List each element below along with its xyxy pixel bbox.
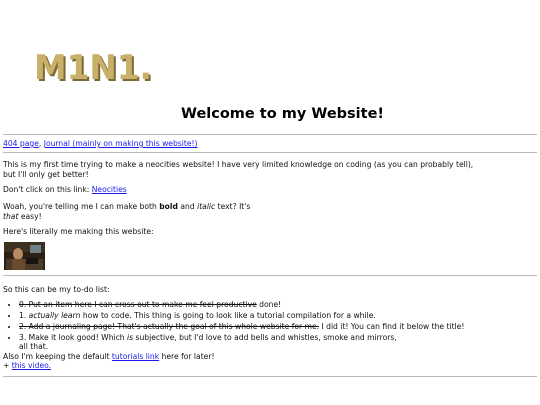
footer-text-b: here for later! (159, 352, 215, 361)
dont-click-text: Don't click on this link: (3, 185, 92, 194)
link-tutorials[interactable]: tutorials link (112, 352, 159, 361)
formatting-line-2: that easy! (3, 212, 42, 221)
todo-item-1-em: actually learn (28, 310, 81, 320)
footer-plus: + (3, 361, 12, 370)
dont-click-line: Don't click on this link: Neocities (3, 185, 127, 194)
formatting-text-a: Woah, you're telling me I can make both (3, 202, 160, 211)
todo-item-1: 1. actually learn how to code. This thin… (19, 311, 539, 320)
logo-text: M1N1. (34, 50, 152, 84)
nav-separator: , (38, 139, 42, 148)
todo-item-0: 0. Put an item here I can cross out to m… (19, 300, 539, 309)
italic-that: that (3, 212, 19, 221)
todo-item-2-struck: 2. Add a journaling page! That's actuall… (19, 321, 320, 331)
link-this-video[interactable]: this video. (12, 361, 51, 370)
todo-item-3-c: all that. (19, 342, 49, 352)
todo-item-1-rest: how to code. This thing is going to look… (80, 310, 376, 320)
formatting-line-1: Woah, you're telling me I can make both … (3, 202, 250, 211)
formatting-text-c: text? It's (215, 202, 251, 211)
todo-item-3-a: 3. Make it look good! Which (19, 332, 128, 342)
todo-item-3-b: subjective, but I'd love to add bells an… (133, 332, 397, 342)
divider (3, 134, 537, 135)
footer-line-2: + this video. (3, 361, 51, 370)
todo-item-0-struck: 0. Put an item here I can cross out to m… (19, 300, 257, 309)
todo-list: 0. Put an item here I can cross out to m… (3, 300, 539, 353)
todo-item-1-num: 1. (19, 310, 29, 320)
page-title: Welcome to my Website! (180, 106, 385, 122)
todo-item-2-rest: I did it! You can find it below the titl… (319, 321, 465, 331)
divider (3, 152, 537, 153)
formatting-text-b: and (177, 202, 198, 211)
nav-links: 404 page, Journal (mainly on making this… (3, 139, 198, 148)
link-404-page[interactable]: 404 page (3, 139, 39, 148)
intro-line-2: but I'll only get better! (3, 170, 89, 179)
footer-text-a: Also I'm keeping the default (3, 352, 112, 361)
formatting-text-d: easy! (18, 212, 42, 221)
bold-word: bold (159, 202, 178, 211)
todo-item-0-rest: done! (256, 300, 282, 309)
divider (3, 376, 537, 377)
divider (3, 275, 537, 276)
todo-item-2: 2. Add a journaling page! That's actuall… (19, 322, 539, 331)
italic-word: italic (197, 202, 216, 211)
link-journal[interactable]: Journal (mainly on making this website!) (44, 139, 198, 148)
intro-line-1: This is my first time trying to make a n… (3, 160, 474, 169)
link-neocities[interactable]: Neocities (92, 185, 127, 194)
todo-intro: So this can be my to-do list: (3, 285, 110, 294)
todo-item-3: 3. Make it look good! Which is subjectiv… (19, 333, 539, 352)
meme-image (4, 242, 45, 270)
site-logo: M1N1. M1N1. (33, 50, 158, 84)
literally-me-caption: Here's literally me making this website: (3, 227, 154, 236)
